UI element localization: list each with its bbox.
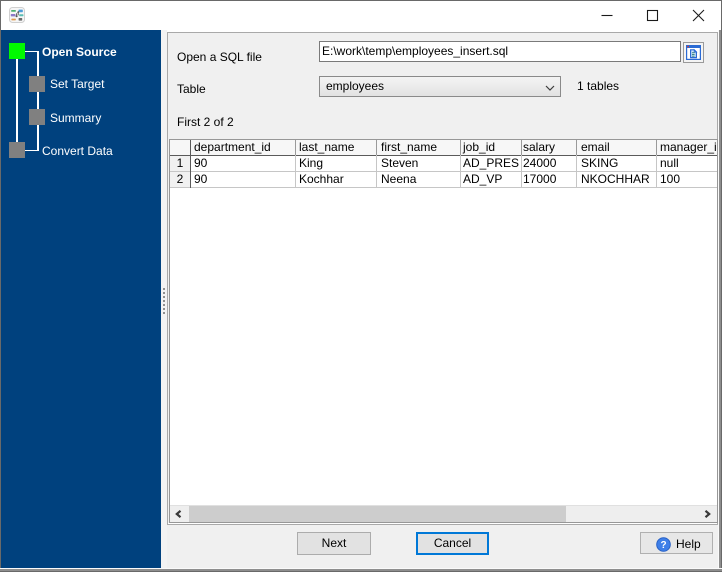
svg-text:?: ? [660,540,666,551]
